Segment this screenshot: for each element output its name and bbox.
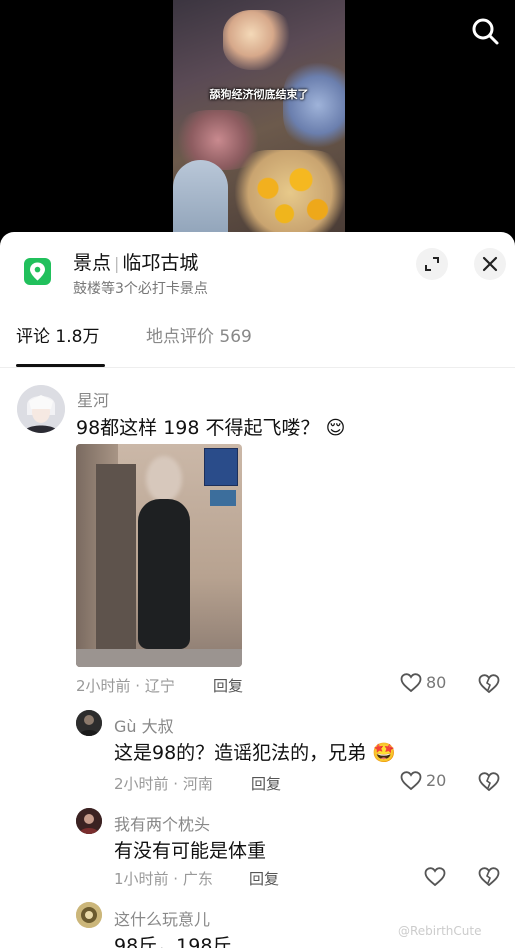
reply-button[interactable]: 回复 xyxy=(251,773,281,794)
search-button[interactable] xyxy=(468,14,502,48)
video-person xyxy=(173,160,228,232)
reply-text: 98斤，198斤 xyxy=(114,935,232,948)
reply-button[interactable]: 回复 xyxy=(249,868,279,889)
like-count: 20 xyxy=(426,771,447,790)
comment-text-body: 98都这样 198 不得起飞喽？ xyxy=(76,417,320,439)
avatar[interactable] xyxy=(17,385,65,433)
tab-bar: 评论 1.8万 地点评价 569 xyxy=(0,312,515,368)
like-count: 80 xyxy=(426,673,447,692)
heart-icon xyxy=(400,672,422,692)
dislike-button[interactable] xyxy=(478,673,500,694)
place-subtitle: 鼓楼等3个必打卡景点 xyxy=(73,281,208,297)
location-pin-icon xyxy=(24,258,51,285)
place-card[interactable]: 景点 | 临邛古城 鼓楼等3个必打卡景点 xyxy=(0,232,515,304)
title-separator: | xyxy=(114,254,120,273)
tab-comments[interactable]: 评论 1.8万 xyxy=(16,322,99,347)
reply-text: 这是98的？造谣犯法的，兄弟 🤩 xyxy=(114,738,396,765)
like-button[interactable]: 20 xyxy=(400,770,446,791)
reply-author[interactable]: Gù 大叔 xyxy=(114,713,174,737)
like-button[interactable] xyxy=(424,866,446,887)
comment-text: 98都这样 198 不得起飞喽？ 😌 xyxy=(76,413,345,440)
broken-heart-icon xyxy=(478,673,500,693)
reply-text: 有没有可能是体重 xyxy=(114,840,267,862)
comment-meta: 2小时前 · 辽宁 xyxy=(76,677,175,695)
comment-image[interactable] xyxy=(76,444,242,667)
dislike-button[interactable] xyxy=(478,866,500,887)
like-button[interactable]: 80 xyxy=(400,672,446,693)
dislike-button[interactable] xyxy=(478,771,500,792)
video-sunflowers xyxy=(235,150,345,232)
active-tab-indicator xyxy=(16,364,105,367)
watermark: @RebirthCute xyxy=(398,924,482,938)
close-icon xyxy=(482,256,498,272)
reply-author[interactable]: 我有两个枕头 xyxy=(114,811,210,835)
avatar[interactable] xyxy=(76,902,102,928)
avatar[interactable] xyxy=(76,808,102,834)
search-icon xyxy=(472,18,499,45)
expand-button[interactable] xyxy=(416,248,448,280)
reply-meta: 2小时前 · 河南 xyxy=(114,775,213,793)
relieved-emoji: 😌 xyxy=(325,417,346,439)
place-category: 景点 xyxy=(73,252,112,274)
video-caption: 舔狗经济彻底结束了 xyxy=(209,88,309,101)
reply-meta: 1小时前 · 广东 xyxy=(114,870,213,888)
place-name: 临邛古城 xyxy=(122,252,199,274)
wall-sign xyxy=(204,448,238,486)
avatar[interactable] xyxy=(76,710,102,736)
video-flowers-blue xyxy=(283,60,345,150)
place-title[interactable]: 景点 | 临邛古城 xyxy=(73,248,198,275)
expand-icon xyxy=(425,257,439,271)
video-player[interactable]: 舔狗经济彻底结束了 xyxy=(0,0,515,242)
comments-panel: 景点 | 临邛古城 鼓楼等3个必打卡景点 评论 1.8万 地点评价 569 星河… xyxy=(0,232,515,948)
heart-icon xyxy=(400,770,422,790)
close-button[interactable] xyxy=(474,248,506,280)
emoji: 🤩 xyxy=(372,742,396,764)
video-frame[interactable]: 舔狗经济彻底结束了 xyxy=(173,0,345,232)
reply-author[interactable]: 这什么玩意儿 xyxy=(114,906,210,930)
comment-author[interactable]: 星河 xyxy=(77,387,109,411)
reply-button[interactable]: 回复 xyxy=(213,675,243,696)
tab-place-ratings[interactable]: 地点评价 569 xyxy=(146,322,252,347)
video-flowers-top xyxy=(223,10,293,70)
broken-heart-icon xyxy=(478,866,500,886)
heart-icon xyxy=(424,866,446,886)
reply-text-body: 这是98的？造谣犯法的，兄弟 xyxy=(114,742,367,764)
broken-heart-icon xyxy=(478,771,500,791)
